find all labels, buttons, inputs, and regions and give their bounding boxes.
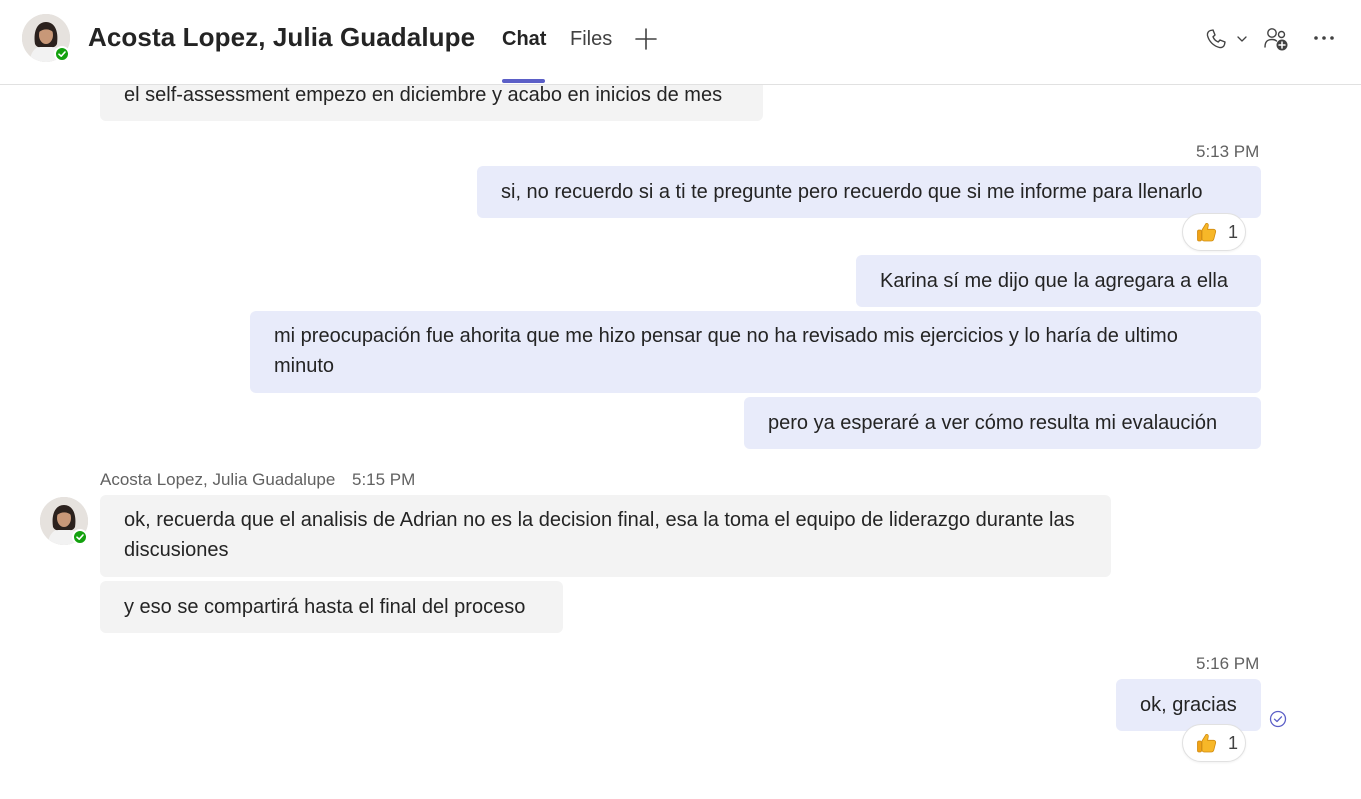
contact-name: Acosta Lopez, Julia Guadalupe — [88, 22, 476, 52]
active-tab-indicator — [502, 79, 545, 83]
thumbs-up-icon — [1195, 731, 1219, 755]
more-icon[interactable] — [1310, 24, 1338, 52]
message-timestamp: 5:16 PM — [1196, 654, 1260, 673]
seen-check-icon — [1268, 709, 1288, 729]
add-people-icon[interactable] — [1260, 23, 1292, 55]
plus-icon[interactable] — [632, 25, 660, 53]
call-icon[interactable] — [1202, 25, 1230, 53]
outgoing-message[interactable]: mi preocupación fue ahorita que me hizo … — [250, 311, 1261, 393]
sender-name: Acosta Lopez, Julia Guadalupe — [100, 470, 336, 489]
reaction-count: 1 — [1228, 732, 1239, 753]
outgoing-message[interactable]: pero ya esperaré a ver cómo resulta mi e… — [744, 397, 1261, 449]
presence-available-icon — [72, 529, 88, 545]
chevron-down-icon[interactable] — [1234, 30, 1250, 48]
incoming-message[interactable]: ok, recuerda que el analisis de Adrian n… — [100, 495, 1111, 577]
outgoing-message[interactable]: si, no recuerdo si a ti te pregunte pero… — [477, 166, 1261, 218]
incoming-message[interactable]: y eso se compartirá hasta el final del p… — [100, 581, 563, 633]
outgoing-message[interactable]: ok, gracias — [1116, 679, 1261, 731]
tab-files[interactable]: Files — [570, 28, 612, 51]
reaction-count: 1 — [1228, 221, 1239, 242]
thumbs-up-icon — [1195, 220, 1219, 244]
presence-available-icon — [54, 46, 70, 62]
reaction-pill[interactable]: 1 — [1182, 724, 1246, 762]
reaction-pill[interactable]: 1 — [1182, 213, 1246, 251]
message-timestamp: 5:15 PM — [352, 470, 416, 489]
outgoing-message[interactable]: Karina sí me dijo que la agregara a ella — [856, 255, 1261, 307]
tab-chat[interactable]: Chat — [502, 28, 546, 51]
message-timestamp: 5:13 PM — [1196, 142, 1260, 161]
chat-header: Acosta Lopez, Julia Guadalupe Chat Files — [0, 0, 1361, 85]
